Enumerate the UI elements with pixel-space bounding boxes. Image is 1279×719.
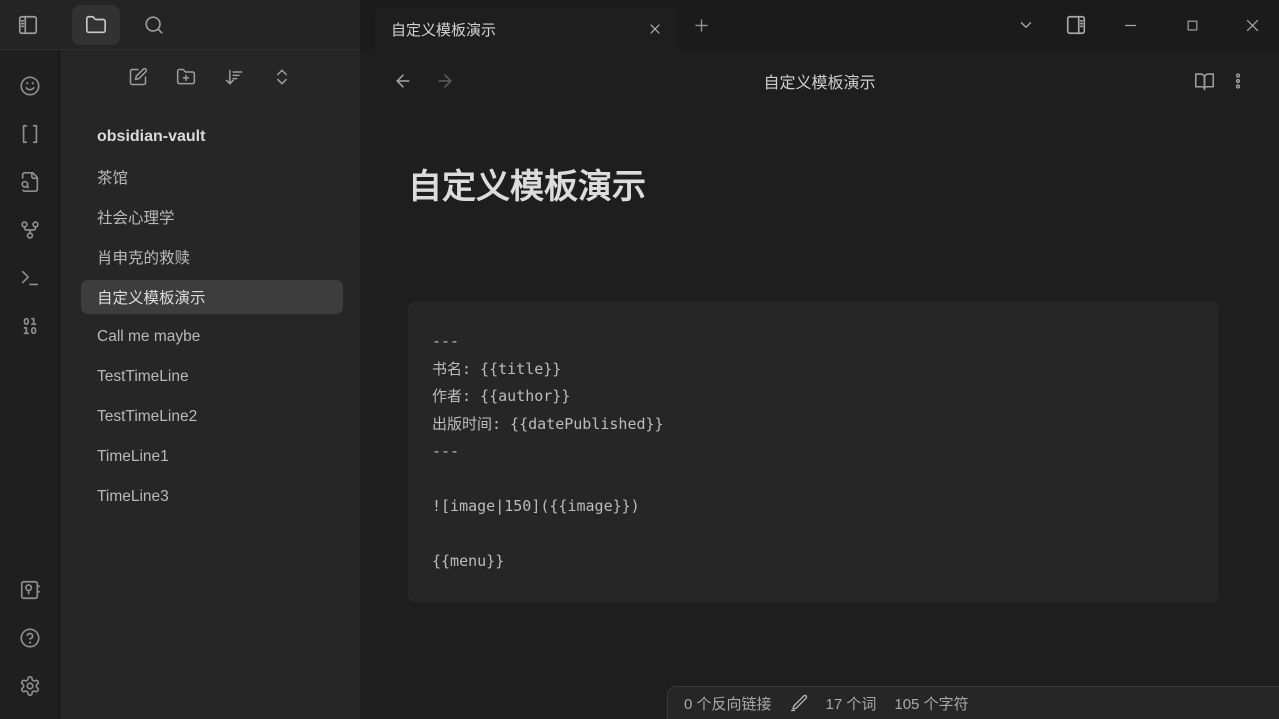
folder-icon <box>85 14 107 36</box>
vault-title[interactable]: obsidian-vault <box>81 120 343 154</box>
vault-switcher-icon[interactable] <box>6 566 54 614</box>
brackets-icon[interactable] <box>6 110 54 158</box>
tab-title: 自定义模板演示 <box>391 19 642 40</box>
window-close-button[interactable] <box>1225 0 1279 50</box>
files-tab-button[interactable] <box>72 5 120 45</box>
new-note-icon[interactable] <box>121 60 155 94</box>
file-search-icon[interactable] <box>6 158 54 206</box>
code-line: 作者: {{author}} <box>432 383 1194 411</box>
tab-active[interactable]: 自定义模板演示 <box>375 8 678 50</box>
file-item[interactable]: TestTimeLine2 <box>81 400 343 434</box>
help-icon[interactable] <box>6 614 54 662</box>
git-fork-icon[interactable] <box>6 206 54 254</box>
sort-order-icon[interactable] <box>217 60 251 94</box>
code-line <box>432 466 1194 494</box>
plus-icon <box>692 16 711 35</box>
navigate-back-icon[interactable] <box>388 66 418 96</box>
code-line: 书名: {{title}} <box>432 356 1194 384</box>
reading-mode-book-icon[interactable] <box>1187 64 1221 98</box>
code-block[interactable]: --- 书名: {{title}} 作者: {{author}} 出版时间: {… <box>408 302 1218 602</box>
more-options-icon[interactable] <box>1221 64 1255 98</box>
new-tab-button[interactable] <box>684 8 718 42</box>
file-item[interactable]: 肖申克的救赎 <box>81 240 343 274</box>
tab-list-chevron-down-icon[interactable] <box>1001 0 1051 50</box>
binary-icon[interactable] <box>6 302 54 350</box>
file-item[interactable]: TimeLine1 <box>81 440 343 474</box>
search-tab-icon[interactable] <box>142 13 166 37</box>
note-view: 自定义模板演示 自定义模板演示 --- 书名: {{title}} 作者: {{… <box>360 50 1279 719</box>
new-folder-icon[interactable] <box>169 60 203 94</box>
file-explorer: obsidian-vault 茶馆 社会心理学 肖申克的救赎 自定义模板演示 C… <box>60 50 360 719</box>
view-header-title: 自定义模板演示 <box>360 69 1279 93</box>
navigate-forward-icon[interactable] <box>430 66 460 96</box>
toggle-right-sidebar-icon[interactable] <box>1051 0 1101 50</box>
status-bar: 0 个反向链接 17 个词 105 个字符 <box>667 686 1279 719</box>
code-line <box>432 521 1194 549</box>
backlinks-count[interactable]: 0 个反向链接 <box>684 693 772 714</box>
window-maximize-button[interactable] <box>1159 0 1225 50</box>
editor[interactable]: 自定义模板演示 --- 书名: {{title}} 作者: {{author}}… <box>360 112 1279 602</box>
file-item[interactable]: Call me maybe <box>81 320 343 354</box>
word-count: 17 个词 <box>826 693 877 714</box>
file-item-selected[interactable]: 自定义模板演示 <box>81 280 343 314</box>
file-item[interactable]: TestTimeLine <box>81 360 343 394</box>
inline-title[interactable]: 自定义模板演示 <box>408 165 1218 209</box>
sidebar-header <box>0 0 360 50</box>
toggle-left-sidebar-icon[interactable] <box>16 13 40 37</box>
smiley-icon[interactable] <box>6 62 54 110</box>
collapse-all-icon[interactable] <box>265 60 299 94</box>
tab-close-icon[interactable] <box>642 16 668 42</box>
left-ribbon <box>0 50 60 719</box>
code-line: ![image|150]({{image}}) <box>432 493 1194 521</box>
tab-bar: 自定义模板演示 <box>360 0 1279 50</box>
view-header: 自定义模板演示 <box>360 50 1279 112</box>
window-minimize-button[interactable] <box>1101 0 1159 50</box>
explorer-toolbar <box>60 50 360 104</box>
code-line: 出版时间: {{datePublished}} <box>432 411 1194 439</box>
file-item[interactable]: 茶馆 <box>81 160 343 194</box>
settings-gear-icon[interactable] <box>6 662 54 710</box>
file-item[interactable]: 社会心理学 <box>81 200 343 234</box>
terminal-icon[interactable] <box>6 254 54 302</box>
code-line: --- <box>432 438 1194 466</box>
code-line: --- <box>432 328 1194 356</box>
code-line: {{menu}} <box>432 548 1194 576</box>
file-tree: obsidian-vault 茶馆 社会心理学 肖申克的救赎 自定义模板演示 C… <box>60 104 360 514</box>
edit-mode-pencil-icon[interactable] <box>790 694 808 712</box>
character-count: 105 个字符 <box>894 693 968 714</box>
file-item[interactable]: TimeLine3 <box>81 480 343 514</box>
